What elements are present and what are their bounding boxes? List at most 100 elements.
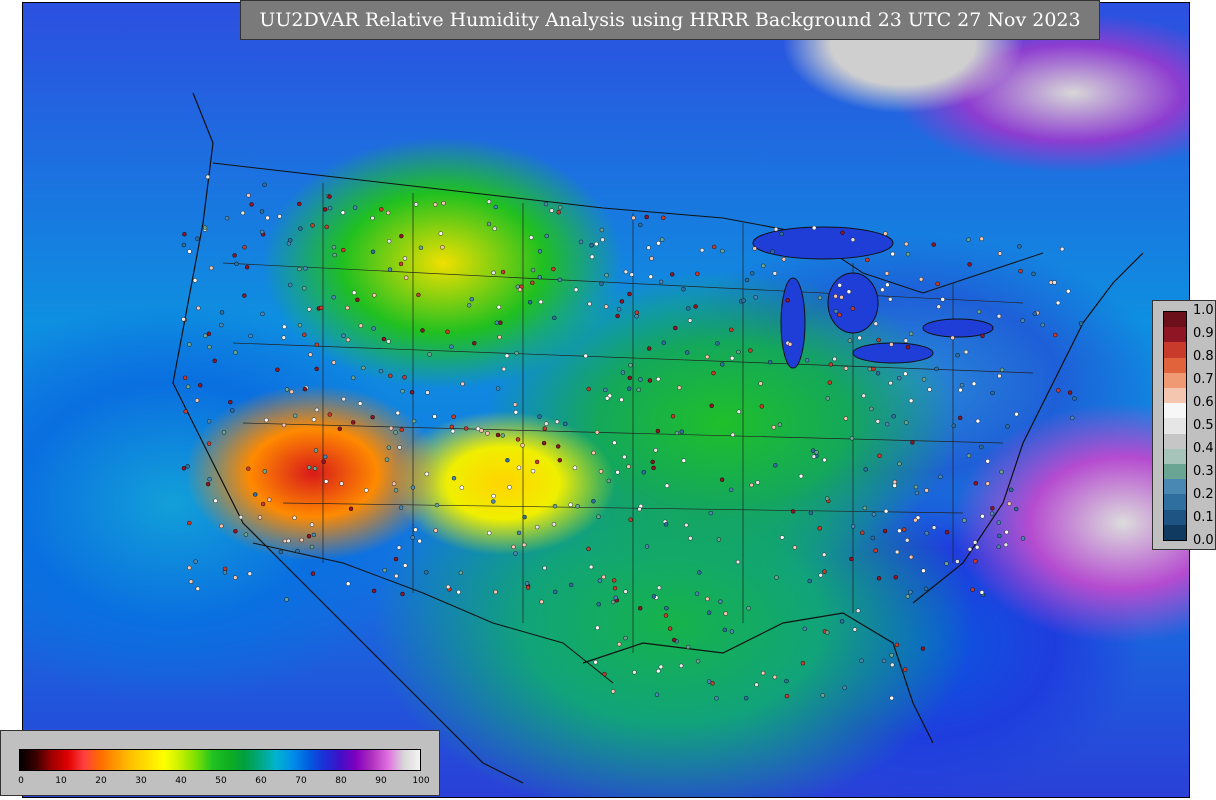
station-dot [586, 546, 591, 552]
station-dot [337, 426, 342, 431]
station-dot [770, 249, 775, 254]
station-dot [556, 209, 561, 215]
station-dot [749, 482, 754, 488]
station-dot [686, 306, 691, 311]
station-dot [931, 242, 936, 247]
station-dot [297, 266, 302, 272]
station-dot [881, 658, 887, 664]
station-dot [918, 277, 924, 282]
station-dot [307, 307, 312, 312]
station-dot [699, 247, 705, 253]
station-dot [758, 381, 763, 386]
station-dot [321, 459, 326, 464]
station-dot [760, 670, 766, 676]
station-dot [637, 507, 642, 512]
colorbar-tick-label: 90 [375, 776, 387, 786]
station-dot [466, 303, 472, 308]
station-dot [402, 256, 408, 261]
station-dot [604, 304, 609, 309]
station-dot [234, 261, 239, 266]
station-dot [729, 629, 735, 634]
station-dot [610, 689, 616, 694]
station-dot [628, 517, 633, 522]
station-dot [615, 470, 620, 475]
station-dot [979, 236, 984, 242]
station-dot [492, 226, 497, 231]
station-dot [790, 509, 796, 514]
station-dot [825, 396, 830, 401]
station-dot [693, 304, 698, 309]
station-dot [980, 333, 985, 339]
station-dot [612, 578, 617, 583]
station-dot [459, 485, 464, 490]
station-dot [754, 682, 759, 687]
station-dot [500, 433, 505, 438]
station-dot [394, 573, 399, 579]
station-dot [496, 304, 501, 310]
station-dot [525, 585, 531, 590]
station-dot [694, 591, 700, 596]
station-dot [516, 530, 522, 536]
station-dot [892, 483, 897, 488]
station-dot [181, 242, 187, 248]
station-dot [195, 236, 200, 241]
station-dot [232, 253, 237, 258]
station-dot [346, 581, 351, 586]
station-dot [894, 642, 900, 648]
station-dot [904, 420, 909, 425]
station-dot [627, 375, 632, 381]
station-dot [507, 485, 512, 490]
station-dot [498, 320, 503, 325]
station-dot [207, 344, 212, 350]
station-dot [195, 586, 201, 591]
station-dot [181, 317, 186, 322]
station-dot [388, 426, 394, 431]
station-dot [557, 277, 563, 282]
station-dot [599, 227, 605, 233]
station-dot [880, 287, 885, 292]
station-dot [940, 297, 945, 302]
station-dot [646, 245, 651, 250]
station-dot [206, 331, 212, 336]
station-dot [594, 241, 599, 247]
station-dot [242, 293, 247, 298]
station-dot [908, 331, 914, 336]
station-dot [990, 506, 995, 511]
station-dot [623, 269, 629, 274]
station-dot [371, 326, 376, 331]
map-area[interactable] [22, 2, 1190, 798]
colorbar-segment [1164, 464, 1186, 480]
station-dot [862, 505, 867, 511]
station-dot [670, 414, 676, 419]
colorbar-tick-label: 20 [95, 776, 107, 786]
station-dot [748, 348, 753, 353]
station-dot [281, 422, 287, 428]
station-dot [284, 597, 289, 602]
station-dot [345, 305, 350, 311]
station-dot [985, 459, 990, 464]
station-dot [187, 249, 192, 254]
station-dot [396, 545, 402, 550]
station-dot [656, 376, 661, 382]
station-dot [505, 458, 510, 463]
station-dot [264, 417, 269, 423]
station-dot [288, 238, 293, 243]
station-dot [908, 398, 914, 403]
station-dot [651, 594, 657, 599]
station-dot [658, 664, 664, 670]
station-dot [908, 554, 914, 560]
station-dot [892, 479, 897, 485]
station-dot [681, 458, 686, 463]
station-dot [777, 422, 783, 427]
colorbar-tick-label: 0.0 [1193, 533, 1214, 548]
station-dot [194, 398, 200, 403]
colorbar-tick-label: 0.1 [1193, 510, 1214, 525]
station-dot [697, 570, 702, 575]
station-dot [352, 205, 358, 210]
station-dot [920, 646, 926, 651]
station-dot [837, 312, 842, 317]
station-dot [213, 498, 218, 503]
station-dot [403, 563, 408, 568]
coastline [172, 92, 1144, 784]
station-dot [187, 565, 192, 570]
